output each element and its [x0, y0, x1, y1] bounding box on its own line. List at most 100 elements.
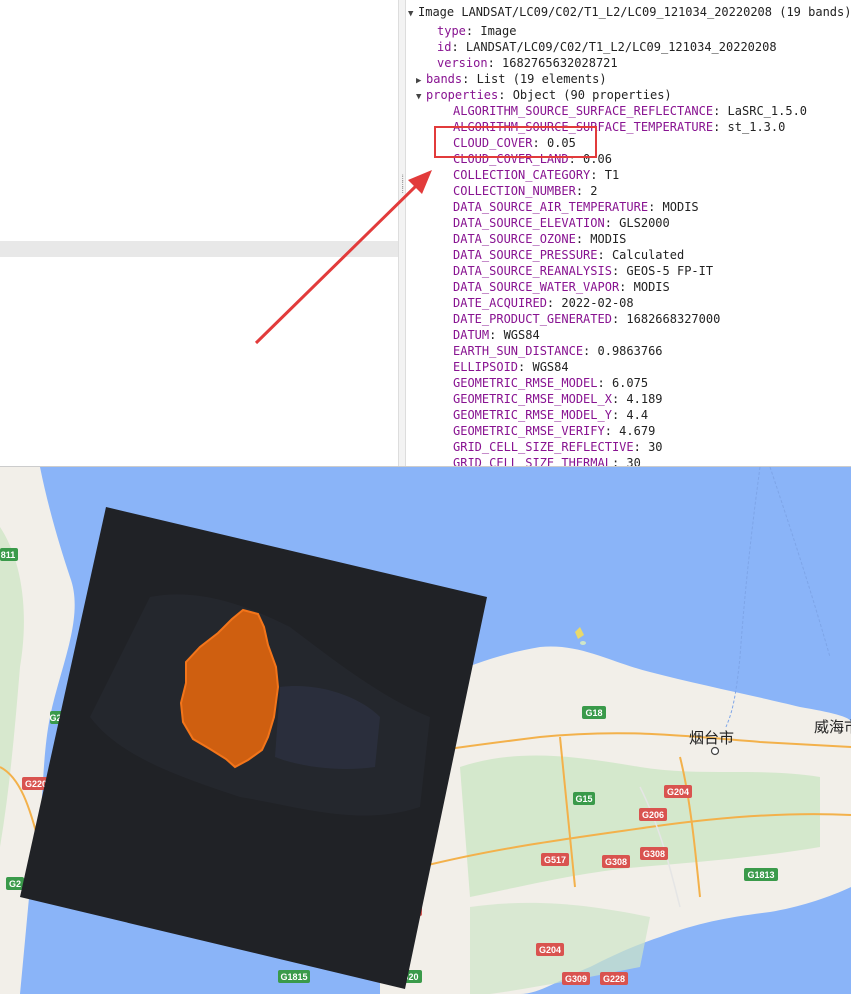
road-shield: G517 — [541, 853, 569, 866]
properties-row[interactable]: ▼ properties: Object (90 properties) — [416, 87, 672, 103]
property-row: ELLIPSOID: WGS84 — [453, 360, 569, 374]
triangle-down-icon[interactable]: ▼ — [408, 6, 418, 22]
properties-key: properties — [426, 88, 499, 102]
property-key: DATE_PRODUCT_GENERATED — [453, 312, 612, 326]
property-row: DATE_ACQUIRED: 2022-02-08 — [453, 296, 634, 310]
property-value: 4.4 — [626, 408, 649, 422]
editor-divider-stripe — [0, 241, 398, 257]
property-row: COLLECTION_CATEGORY: T1 — [453, 168, 620, 182]
road-shield: G206 — [639, 808, 667, 821]
property-key: DATA_SOURCE_OZONE — [453, 232, 576, 246]
property-value: 6.075 — [611, 376, 649, 390]
property-row: EARTH_SUN_DISTANCE: 0.9863766 — [453, 344, 663, 358]
road-shield: G308 — [640, 847, 668, 860]
property-key: DATA_SOURCE_AIR_TEMPERATURE — [453, 200, 649, 214]
road-shield: G228 — [600, 972, 628, 985]
svg-text:G309: G309 — [565, 974, 587, 984]
property-key: GRID_CELL_SIZE_REFLECTIVE — [453, 440, 634, 454]
property-row: DATA_SOURCE_PRESSURE: Calculated — [453, 248, 685, 262]
panel-splitter[interactable]: ⁞ ⁞ ⁞ — [398, 0, 406, 466]
image-header-row[interactable]: ▼ Image LANDSAT/LC09/C02/T1_L2/LC09_12103… — [408, 4, 851, 20]
property-row: ALGORITHM_SOURCE_SURFACE_REFLECTANCE: La… — [453, 104, 808, 118]
properties-value: Object (90 properties) — [512, 88, 672, 102]
property-value: WGS84 — [532, 360, 569, 374]
property-key: GEOMETRIC_RMSE_MODEL_Y — [453, 408, 612, 422]
bands-row[interactable]: ▶ bands: List (19 elements) — [416, 71, 607, 87]
image-header-label: Image LANDSAT/LC09/C02/T1_L2/LC09_121034… — [418, 5, 851, 19]
property-key: DATE_ACQUIRED — [453, 296, 547, 310]
svg-text:G517: G517 — [544, 855, 566, 865]
property-key: COLLECTION_CATEGORY — [453, 168, 591, 182]
city-label: 威海市 — [814, 718, 851, 736]
property-row: DATE_PRODUCT_GENERATED: 1682668327000 — [453, 312, 721, 326]
property-value: MODIS — [633, 280, 670, 294]
property-row: GEOMETRIC_RMSE_MODEL_X: 4.189 — [453, 392, 663, 406]
triangle-down-icon[interactable]: ▼ — [416, 89, 426, 105]
svg-text:G1815: G1815 — [280, 972, 307, 982]
field-value: 1682765632028721 — [502, 56, 618, 70]
svg-text:G308: G308 — [605, 857, 627, 867]
field-value: LANDSAT/LC09/C02/T1_L2/LC09_121034_20220… — [465, 40, 777, 54]
property-key: DATA_SOURCE_PRESSURE — [453, 248, 598, 262]
console-panel: ▼ Image LANDSAT/LC09/C02/T1_L2/LC09_12103… — [406, 0, 851, 466]
svg-text:G2: G2 — [9, 879, 21, 889]
property-row: DATA_SOURCE_OZONE: MODIS — [453, 232, 627, 246]
property-row: COLLECTION_NUMBER: 2 — [453, 184, 598, 198]
property-value: GLS2000 — [619, 216, 670, 230]
property-row: DATA_SOURCE_ELEVATION: GLS2000 — [453, 216, 670, 230]
property-row: DATA_SOURCE_AIR_TEMPERATURE: MODIS — [453, 200, 699, 214]
map-canvas[interactable]: G18 G15 G204 G206 G308 G308 G517 G1813 G… — [0, 467, 851, 994]
property-row: GRID_CELL_SIZE_THERMAL: 30 — [453, 455, 641, 466]
property-key: ALGORITHM_SOURCE_SURFACE_REFLECTANCE — [453, 104, 714, 118]
property-value: WGS84 — [503, 328, 540, 342]
property-value: MODIS — [662, 200, 699, 214]
property-key: GEOMETRIC_RMSE_MODEL — [453, 376, 598, 390]
svg-text:G220: G220 — [25, 779, 47, 789]
road-shield: G18 — [582, 706, 606, 719]
property-value: 30 — [648, 440, 663, 454]
field-row: id: LANDSAT/LC09/C02/T1_L2/LC09_121034_2… — [437, 40, 777, 54]
bands-value: List (19 elements) — [476, 72, 607, 86]
field-key: type — [437, 24, 466, 38]
property-key: DATA_SOURCE_ELEVATION — [453, 216, 605, 230]
property-value: 1682668327000 — [626, 312, 721, 326]
road-shield: G308 — [602, 855, 630, 868]
field-row: type: Image — [437, 24, 517, 38]
svg-text:G1813: G1813 — [747, 870, 774, 880]
property-value: GEOS-5 FP-IT — [626, 264, 714, 278]
property-key: EARTH_SUN_DISTANCE — [453, 344, 584, 358]
road-shield: G309 — [562, 972, 590, 985]
property-value: 0.9863766 — [597, 344, 663, 358]
property-key: GEOMETRIC_RMSE_VERIFY — [453, 424, 605, 438]
triangle-right-icon[interactable]: ▶ — [416, 73, 426, 89]
bands-key: bands — [426, 72, 463, 86]
highlight-box-cloud-cover — [434, 126, 597, 158]
svg-text:G308: G308 — [643, 849, 665, 859]
svg-text:G204: G204 — [539, 945, 561, 955]
property-row: GEOMETRIC_RMSE_VERIFY: 4.679 — [453, 424, 656, 438]
road-shield: G204 — [536, 943, 564, 956]
property-row: GEOMETRIC_RMSE_MODEL: 6.075 — [453, 376, 649, 390]
code-editor-pane — [0, 0, 398, 466]
field-key: id — [437, 40, 452, 54]
property-value: LaSRC_1.5.0 — [727, 104, 808, 118]
road-shield: G2 — [6, 877, 24, 890]
property-row: DATA_SOURCE_WATER_VAPOR: MODIS — [453, 280, 670, 294]
property-key: DATUM — [453, 328, 490, 342]
property-value: 30 — [626, 456, 641, 466]
property-value: st_1.3.0 — [727, 120, 786, 134]
property-row: DATA_SOURCE_REANALYSIS: GEOS-5 FP-IT — [453, 264, 714, 278]
property-row: DATUM: WGS84 — [453, 328, 540, 342]
city-label: 烟台市 — [689, 729, 734, 747]
island — [580, 641, 586, 645]
map-view[interactable]: G18 G15 G204 G206 G308 G308 G517 G1813 G… — [0, 466, 851, 994]
property-key: DATA_SOURCE_WATER_VAPOR — [453, 280, 620, 294]
road-shield: G1813 — [744, 868, 778, 881]
grip-icon[interactable]: ⁞ ⁞ ⁞ — [400, 175, 406, 196]
field-value: Image — [480, 24, 517, 38]
property-key: GEOMETRIC_RMSE_MODEL_X — [453, 392, 612, 406]
property-key: ELLIPSOID — [453, 360, 519, 374]
road-shield: G15 — [573, 792, 595, 805]
svg-text:G18: G18 — [585, 708, 602, 718]
svg-text:811: 811 — [1, 550, 16, 560]
